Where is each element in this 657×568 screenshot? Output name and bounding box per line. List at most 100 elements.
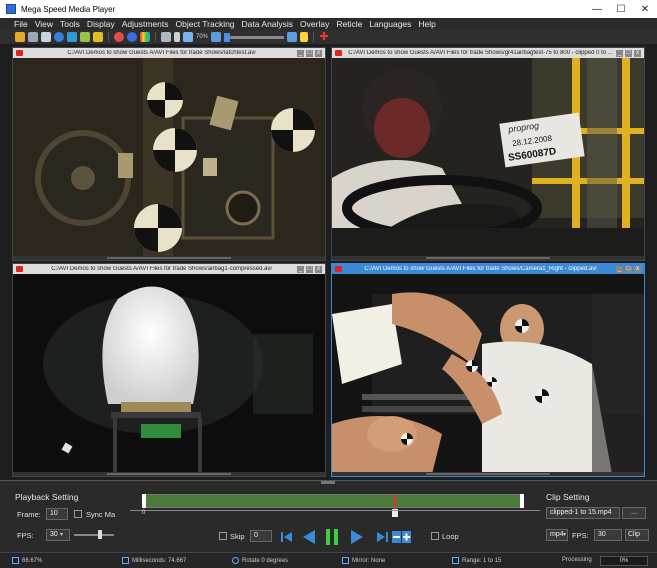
close-button[interactable]: ✕ xyxy=(633,0,657,18)
browse-button[interactable]: ... xyxy=(622,507,646,519)
arrow-left-icon[interactable] xyxy=(93,32,103,42)
pointer-icon[interactable] xyxy=(300,32,309,42)
video-frame[interactable] xyxy=(332,274,644,472)
chevron-down-icon[interactable]: ▾ xyxy=(563,531,566,538)
fps-spin-icon[interactable]: ▾ xyxy=(60,531,63,538)
step-forward-button[interactable] xyxy=(402,528,412,546)
latch-test-image xyxy=(13,58,325,256)
airbag-test-image: proprog 28.12.2008 SS60087D xyxy=(332,58,644,256)
menu-languages[interactable]: Languages xyxy=(369,19,411,29)
video-frame[interactable] xyxy=(13,58,325,256)
fps-slider[interactable] xyxy=(74,534,114,536)
blue-dot-icon[interactable] xyxy=(127,32,137,42)
title-bar: Mega Speed Media Player — ☐ ✕ xyxy=(0,0,657,18)
menu-object-tracking[interactable]: Object Tracking xyxy=(175,19,234,29)
horizontal-scrollbar[interactable] xyxy=(13,472,325,476)
panel-minimize-button[interactable]: _ xyxy=(297,265,304,273)
fps-input[interactable]: 30 xyxy=(46,529,70,541)
last-frame-button[interactable] xyxy=(376,528,388,546)
timeline-track[interactable] xyxy=(142,494,524,517)
color-wheel-icon[interactable] xyxy=(114,32,124,42)
range-icon xyxy=(452,557,459,564)
frame-input[interactable]: 10 xyxy=(46,508,68,520)
menu-overlay[interactable]: Overlay xyxy=(300,19,329,29)
copy-icon[interactable] xyxy=(41,32,51,42)
horizontal-scrollbar[interactable] xyxy=(332,256,644,260)
toolbar-separator xyxy=(155,32,156,42)
video-panel-camera1-right[interactable]: C:/AVI Demos to show Guests A/AVI Files … xyxy=(331,263,645,477)
zoom-plus-icon[interactable] xyxy=(287,32,298,42)
zoom-minus-icon[interactable] xyxy=(211,32,222,42)
chevron-left-icon[interactable] xyxy=(174,32,180,42)
horizontal-scrollbar[interactable] xyxy=(13,256,325,260)
status-range: Range: 1 to 15 xyxy=(452,557,501,564)
panel-title: C:/AVI Demos to show Guests A/AVI Files … xyxy=(348,50,613,56)
sync-label: Sync Ma xyxy=(86,510,116,519)
menu-reticle[interactable]: Reticle xyxy=(336,19,362,29)
panel-restore-button[interactable]: □ xyxy=(625,49,632,57)
menu-adjustments[interactable]: Adjustments xyxy=(122,19,169,29)
maximize-button[interactable]: ☐ xyxy=(609,0,633,18)
skip-checkbox[interactable] xyxy=(219,532,227,540)
clip-button[interactable]: Clip xyxy=(625,529,649,541)
minimize-button[interactable]: — xyxy=(585,0,609,18)
layout-icon[interactable] xyxy=(161,32,171,42)
splitter-handle[interactable] xyxy=(321,481,335,484)
menu-display[interactable]: Display xyxy=(87,19,115,29)
panel-header: C:/AVI Demos to show Guests A/AVI Files … xyxy=(332,264,644,274)
status-processing-label: Processing xyxy=(562,557,592,563)
video-panel-airbagtest[interactable]: C:/AVI Demos to show Guests A/AVI Files … xyxy=(331,47,645,261)
save-icon[interactable] xyxy=(28,32,38,42)
panel-minimize-button[interactable]: _ xyxy=(616,49,623,57)
sync-checkbox[interactable] xyxy=(74,510,82,518)
open-folder-icon[interactable] xyxy=(15,32,25,42)
video-panel-airbag1[interactable]: C:/AVI Demos to show Guests A/AVI Files … xyxy=(12,263,326,477)
play-button[interactable] xyxy=(350,528,364,546)
timeline-start-label: 0 xyxy=(142,510,146,516)
panel-minimize-button[interactable]: _ xyxy=(297,49,304,57)
loop-checkbox[interactable] xyxy=(431,532,439,540)
zoom-slider[interactable] xyxy=(224,32,285,42)
timeline-start-handle[interactable] xyxy=(142,494,146,508)
menu-tools[interactable]: Tools xyxy=(60,19,80,29)
clip-filename-input[interactable]: clipped-1 to 15.mp4 xyxy=(546,507,620,519)
timeline-end-handle[interactable] xyxy=(520,494,524,508)
fps-slider-thumb[interactable] xyxy=(98,530,102,539)
panel-restore-button[interactable]: □ xyxy=(306,49,313,57)
status-rotate: Rotate 0 degrees xyxy=(232,557,288,564)
status-mirror-text: Mirror: None xyxy=(352,557,386,564)
first-frame-button[interactable] xyxy=(281,528,293,546)
panel-close-button[interactable]: x xyxy=(634,265,641,273)
horizontal-scrollbar[interactable] xyxy=(332,472,644,476)
video-frame[interactable]: proprog 28.12.2008 SS60087D xyxy=(332,58,644,256)
menu-file[interactable]: File xyxy=(14,19,28,29)
status-milliseconds: Milliseconds: 74.667 xyxy=(122,557,186,564)
panel-close-button[interactable]: x xyxy=(634,49,641,57)
triangle-icon[interactable] xyxy=(80,32,90,42)
mirror-icon xyxy=(342,557,349,564)
panel-close-button[interactable]: x xyxy=(315,265,322,273)
rotate-icon[interactable] xyxy=(67,32,77,42)
video-panel-latchtest[interactable]: C:/AVI Demos to show Guests A/AVI Files … xyxy=(12,47,326,261)
globe-icon[interactable] xyxy=(54,32,64,42)
color-bars-icon[interactable] xyxy=(140,32,150,42)
play-reverse-button[interactable] xyxy=(303,528,317,546)
skip-input[interactable]: 0 xyxy=(250,530,272,542)
menu-view[interactable]: View xyxy=(35,19,53,29)
panel-close-button[interactable]: x xyxy=(315,49,322,57)
step-back-button[interactable] xyxy=(392,528,402,546)
menu-bar: File View Tools Display Adjustments Obje… xyxy=(0,18,657,30)
menu-help[interactable]: Help xyxy=(418,19,435,29)
panel-minimize-button[interactable]: _ xyxy=(616,265,623,273)
panel-restore-button[interactable]: □ xyxy=(625,265,632,273)
processing-progress: 0% xyxy=(600,556,648,566)
panel-restore-button[interactable]: □ xyxy=(306,265,313,273)
video-frame[interactable] xyxy=(13,274,325,472)
toolbar-separator xyxy=(108,32,109,42)
menu-data-analysis[interactable]: Data Analysis xyxy=(242,19,294,29)
clip-fps-input[interactable]: 30 xyxy=(594,529,622,541)
crosshair-icon[interactable]: ✚ xyxy=(319,32,329,43)
fit-screen-icon[interactable] xyxy=(183,32,193,42)
status-mirror: Mirror: None xyxy=(342,557,385,564)
pause-button[interactable] xyxy=(325,528,339,546)
